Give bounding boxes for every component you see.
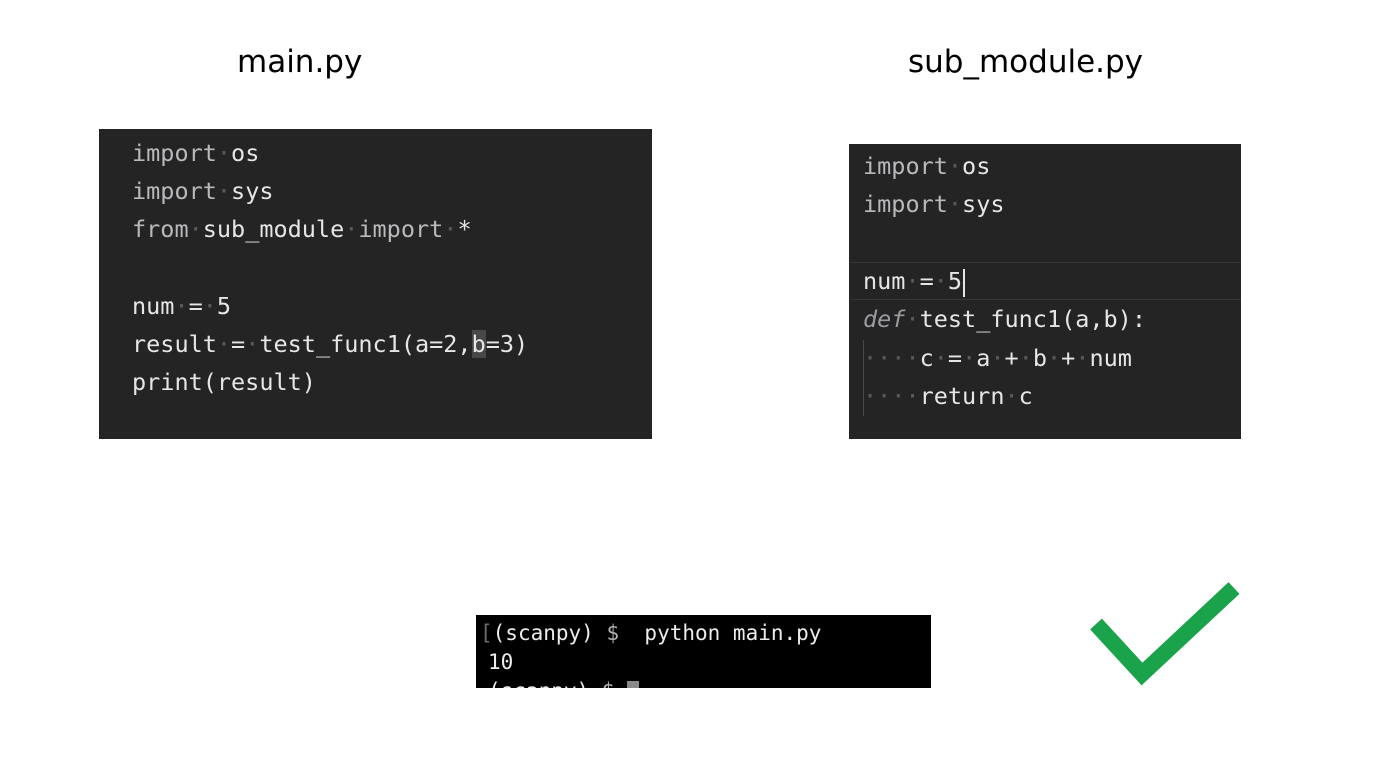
terminal-next-prompt[interactable]: (scanpy) $	[488, 677, 640, 688]
keyword: return	[919, 382, 1005, 410]
module-name: sys	[962, 190, 1005, 218]
main-file-title: main.py	[237, 44, 363, 80]
function-call: test_func1(a=2,	[259, 330, 472, 358]
check-icon	[1090, 582, 1240, 686]
code-line: ····c·=·a·+·b·+·num	[863, 344, 1132, 372]
variable: num	[863, 267, 906, 295]
module-name: sub_module	[202, 215, 345, 243]
variable: c	[1018, 382, 1033, 410]
operator: =	[919, 267, 934, 295]
code-line: from·sub_module·import·*	[132, 215, 472, 243]
code-line: import·sys	[863, 190, 1005, 218]
module-name: os	[962, 152, 991, 180]
code-line: num·=·5	[132, 292, 232, 320]
terminal-command: python main.py	[644, 621, 822, 645]
sub-module-code-editor[interactable]: import·os import·sys num·=·5 def·test_fu…	[849, 144, 1241, 439]
code-line: import·os	[132, 139, 260, 167]
prompt-env: (scanpy)	[492, 621, 594, 645]
variable: num	[132, 292, 175, 320]
function-signature: test_func1(a,b):	[919, 305, 1146, 333]
sub-module-file-title: sub_module.py	[908, 44, 1144, 80]
number: 5	[947, 267, 963, 295]
variable: a	[976, 344, 991, 372]
code-line: ····return·c	[863, 382, 1033, 410]
keyword: def	[863, 305, 906, 333]
terminal-cursor	[627, 681, 640, 688]
code-line: num·=·5	[863, 266, 966, 297]
code-line: result·=·test_func1(a=2,b=3)	[132, 330, 529, 358]
variable: num	[1089, 344, 1132, 372]
variable: result	[132, 330, 217, 358]
terminal-window[interactable]: [(scanpy) $ python main.py 10 (scanpy) $	[476, 615, 931, 688]
wildcard: *	[457, 215, 472, 243]
module-name: os	[231, 139, 260, 167]
keyword: import	[863, 190, 948, 218]
code-line: def·test_func1(a,b):	[863, 305, 1146, 333]
print-call: print(result)	[132, 368, 316, 396]
code-line: print(result)	[132, 367, 316, 397]
keyword: import	[132, 177, 217, 205]
code-line: import·os	[863, 152, 991, 180]
operator: =	[231, 330, 246, 358]
terminal-output: 10	[488, 650, 514, 674]
operator: =	[188, 292, 203, 320]
keyword: import	[863, 152, 948, 180]
keyword: from	[132, 215, 189, 243]
variable: b	[1032, 344, 1047, 372]
prompt-symbol: $	[602, 679, 615, 688]
operator: +	[1061, 344, 1076, 372]
main-code-editor[interactable]: import·os import·sys from·sub_module·imp…	[99, 129, 652, 439]
operator: =	[947, 344, 963, 372]
text-cursor	[963, 268, 966, 297]
code-line: import·sys	[132, 177, 274, 205]
module-name: sys	[231, 177, 274, 205]
prompt-symbol: $	[606, 621, 620, 645]
keyword: import	[358, 215, 444, 243]
operator: +	[1004, 344, 1019, 372]
selected-text: b	[471, 330, 486, 358]
keyword: import	[132, 139, 217, 167]
variable: c	[919, 344, 934, 372]
number: 5	[216, 292, 232, 320]
terminal-command-line: [(scanpy) $ python main.py	[480, 621, 822, 645]
function-call-tail: =3)	[485, 330, 529, 358]
prompt-env: (scanpy)	[488, 679, 589, 688]
